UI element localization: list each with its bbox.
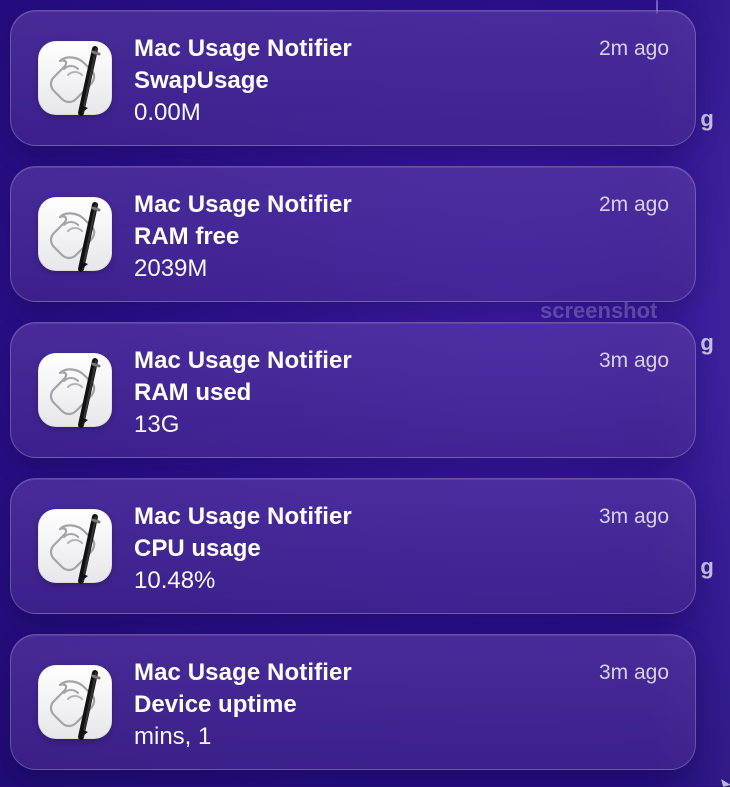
background-glimpse-text: g [700,554,714,579]
notification-body: 10.48% [134,567,216,594]
notification-body: 0.00M [134,99,201,126]
mouse-cursor-icon [721,777,730,787]
notification-app-name: Mac Usage Notifier [134,191,352,218]
notification-app-name: Mac Usage Notifier [134,35,352,62]
script-editor-icon [38,197,112,272]
notification-title: CPU usage [134,535,261,562]
notification-title: Device uptime [134,691,297,718]
notification-content: Mac Usage Notifier SwapUsage 0.00M [134,33,654,129]
notification-title: RAM used [134,379,252,406]
notification-time: 3m ago [598,661,669,684]
script-editor-icon [38,665,112,740]
notification-card[interactable]: Mac Usage Notifier CPU usage 10.48% 3m a… [10,478,696,614]
script-editor-icon [38,353,112,428]
notification-card[interactable]: Mac Usage Notifier RAM free 2039M 2m ago [10,166,696,302]
background-glimpse-text: g [700,106,714,131]
notification-card[interactable]: Mac Usage Notifier Device uptime mins, 1… [10,634,696,770]
notification-title: RAM free [134,223,240,250]
notification-body: mins, 1 [134,723,212,750]
notification-title: SwapUsage [134,67,269,94]
notification-content: Mac Usage Notifier CPU usage 10.48% [134,501,654,597]
script-editor-icon [38,509,112,584]
background-glimpse-text: g [700,330,714,355]
notification-app-name: Mac Usage Notifier [134,503,352,530]
notification-content: Mac Usage Notifier RAM used 13G [134,345,654,441]
notification-time: 3m ago [598,505,669,528]
notification-app-name: Mac Usage Notifier [134,659,352,686]
notification-card[interactable]: Mac Usage Notifier SwapUsage 0.00M 2m ag… [10,10,696,146]
notification-card[interactable]: Mac Usage Notifier RAM used 13G 3m ago [10,322,696,458]
notification-app-name: Mac Usage Notifier [134,347,352,374]
notification-time: 2m ago [598,37,669,60]
notification-content: Mac Usage Notifier RAM free 2039M [134,189,654,285]
notification-content: Mac Usage Notifier Device uptime mins, 1 [134,657,654,753]
notification-body: 13G [134,411,180,438]
notification-body: 2039M [134,255,208,282]
script-editor-icon [38,41,112,116]
notification-time: 3m ago [598,349,669,372]
notification-time: 2m ago [598,193,669,216]
